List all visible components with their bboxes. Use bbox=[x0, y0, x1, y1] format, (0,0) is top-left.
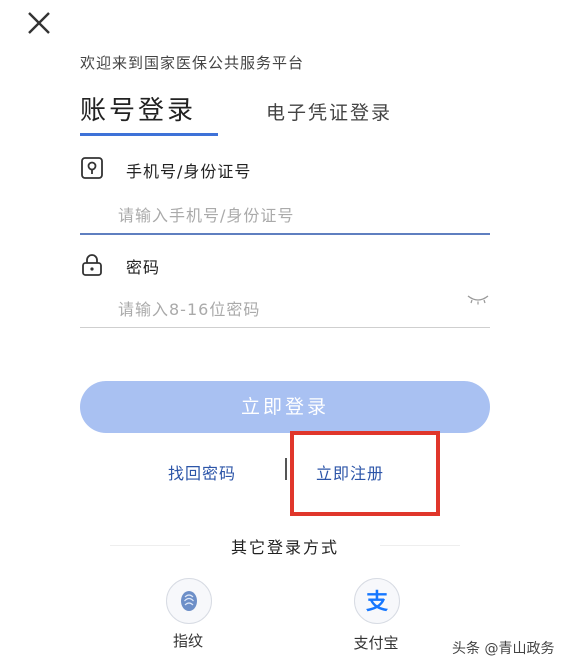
watermark: 头条 @青山政务 bbox=[452, 641, 555, 657]
lock-icon bbox=[82, 254, 102, 276]
tab-account-login[interactable]: 账号登录 bbox=[80, 90, 196, 127]
account-input-underline bbox=[80, 233, 490, 235]
link-separator bbox=[285, 458, 287, 480]
close-icon bbox=[28, 12, 50, 34]
register-highlight-box bbox=[290, 431, 440, 516]
svg-text:支: 支 bbox=[366, 590, 389, 615]
fingerprint-login-button[interactable] bbox=[166, 578, 212, 624]
alipay-login-button[interactable]: 支 bbox=[354, 578, 400, 624]
close-button[interactable] bbox=[24, 8, 54, 38]
password-input[interactable] bbox=[118, 297, 448, 321]
fingerprint-label: 指纹 bbox=[172, 632, 203, 650]
password-input-underline bbox=[80, 327, 490, 328]
fingerprint-icon bbox=[181, 591, 197, 611]
eye-closed-icon[interactable] bbox=[466, 293, 490, 307]
alipay-label: 支付宝 bbox=[353, 634, 399, 652]
tab-active-indicator bbox=[80, 133, 218, 136]
other-login-title: 其它登录方式 bbox=[230, 538, 339, 557]
forgot-password-link[interactable]: 找回密码 bbox=[168, 460, 236, 484]
tab-e-voucher-login[interactable]: 电子凭证登录 bbox=[266, 98, 392, 125]
alipay-icon: 支 bbox=[366, 590, 389, 615]
account-input[interactable] bbox=[118, 203, 478, 227]
account-field-label: 手机号/身份证号 bbox=[126, 162, 252, 181]
login-button[interactable]: 立即登录 bbox=[80, 381, 490, 433]
welcome-text: 欢迎来到国家医保公共服务平台 bbox=[80, 54, 305, 72]
password-field-label: 密码 bbox=[126, 258, 161, 277]
id-card-icon bbox=[81, 157, 103, 179]
